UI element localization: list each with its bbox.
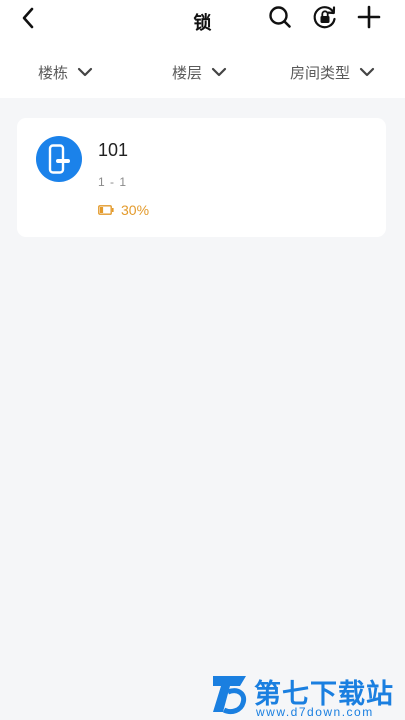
battery-status: 30% <box>98 202 149 218</box>
chevron-down-icon <box>77 67 93 77</box>
watermark-url: www.d7down.com <box>256 705 374 719</box>
watermark-logo-icon <box>213 676 247 715</box>
filter-label: 房间类型 <box>290 64 351 82</box>
lock-room-subtitle: 1 - 1 <box>98 175 128 189</box>
nav-row: 锁 <box>0 0 405 40</box>
filter-label: 楼层 <box>172 64 203 82</box>
lock-room-number: 101 <box>98 140 129 160</box>
chevron-down-icon <box>359 67 375 77</box>
lock-refresh-icon <box>312 4 338 35</box>
lock-card[interactable]: 101 1 - 1 30% <box>17 118 386 237</box>
page-title: 锁 <box>193 13 212 33</box>
search-button[interactable] <box>266 5 294 33</box>
filter-row: 楼栋 楼层 房间类型 <box>0 56 405 88</box>
add-button[interactable] <box>355 5 383 33</box>
chevron-down-icon <box>211 67 227 77</box>
search-icon <box>268 5 292 34</box>
back-button[interactable] <box>14 6 42 34</box>
back-icon <box>21 7 35 34</box>
filter-label: 楼栋 <box>38 64 69 82</box>
filter-room-type[interactable]: 房间类型 <box>290 56 375 88</box>
door-lock-icon <box>36 136 82 182</box>
watermark: 第七下载站 www.d7down.com <box>210 670 400 720</box>
filter-floor[interactable]: 楼层 <box>172 56 227 88</box>
battery-icon <box>98 205 114 215</box>
lock-refresh-button[interactable] <box>311 5 339 33</box>
top-bar: 锁 楼栋 楼层 房间类型 <box>0 0 405 98</box>
battery-percent: 30% <box>121 202 150 218</box>
plus-icon <box>357 5 381 34</box>
filter-building[interactable]: 楼栋 <box>38 56 93 88</box>
